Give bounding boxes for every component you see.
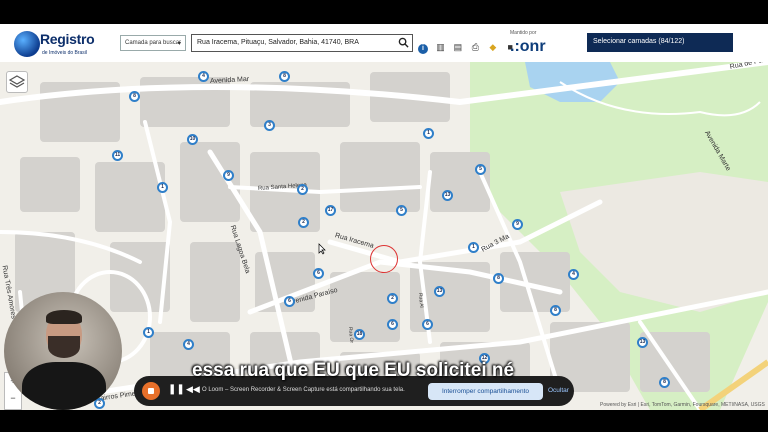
parcel-marker[interactable]: 4 <box>198 71 209 82</box>
sponsor-block: Mantido por .:onr <box>510 30 580 58</box>
parcel-marker[interactable]: 3 <box>264 120 275 131</box>
logo-subtitle: de Imóveis do Brasil <box>42 50 88 56</box>
search-icon[interactable] <box>398 37 409 48</box>
registro-logo[interactable]: Registro de Imóveis do Brasil <box>14 29 95 59</box>
logo-title: Registro <box>40 31 95 47</box>
parcel-marker[interactable]: 2 <box>387 293 398 304</box>
parcel-marker[interactable]: 6 <box>422 319 433 330</box>
sponsor-label: Mantido por <box>510 30 537 36</box>
mouse-pointer-icon <box>318 243 326 255</box>
chevron-down-icon: ▾ <box>177 41 181 47</box>
search-layer-select-label: Camada para buscar <box>125 40 182 46</box>
parcel-marker[interactable]: 5 <box>475 164 486 175</box>
parcel-marker[interactable]: 10 <box>187 134 198 145</box>
parcel-marker[interactable]: 8 <box>550 305 561 316</box>
video-letterbox-top <box>0 0 768 24</box>
address-search-input[interactable]: Rua Iracema, Pituaçu, Salvador, Bahia, 4… <box>191 34 413 52</box>
globe-logo-icon <box>14 31 40 57</box>
parcel-marker[interactable]: 8 <box>129 91 140 102</box>
parcel-marker[interactable]: 1 <box>143 327 154 338</box>
address-search-value: Rua Iracema, Pituaçu, Salvador, Bahia, 4… <box>197 39 359 46</box>
parcel-marker[interactable]: 1 <box>423 128 434 139</box>
parcel-marker[interactable]: 2 <box>297 184 308 195</box>
zoom-out-button[interactable]: − <box>5 390 21 407</box>
rewind-icon[interactable]: ◀◀ <box>186 384 200 395</box>
presenter-body <box>22 362 106 410</box>
parcel-marker[interactable]: 2 <box>298 217 309 228</box>
stack-layers-icon <box>8 75 26 88</box>
video-letterbox-bottom <box>0 410 768 432</box>
onr-logo: .:onr <box>510 38 546 55</box>
selection-highlight-ring <box>370 245 398 273</box>
presenter-beard <box>48 336 80 358</box>
chart-icon[interactable]: ▥ <box>435 42 445 52</box>
app-header: Registro de Imóveis do Brasil Camada par… <box>0 24 768 63</box>
parcel-marker[interactable]: 4 <box>568 269 579 280</box>
select-layers-button[interactable]: Selecionar camadas (84/122) <box>587 33 733 52</box>
search-layer-select[interactable]: Camada para buscar ▾ <box>120 35 186 51</box>
parcel-marker[interactable]: 6 <box>284 296 295 307</box>
info-icon[interactable]: i <box>418 44 428 54</box>
parcel-marker[interactable]: 6 <box>313 268 324 279</box>
parcel-marker[interactable]: 18 <box>354 329 365 340</box>
parcel-marker[interactable]: 9 <box>223 170 234 181</box>
hide-link[interactable]: Ocultar <box>548 387 569 394</box>
sharing-status-text: O Loom – Screen Recorder & Screen Captur… <box>202 387 405 393</box>
map-attribution: Powered by Esri | Esri, TomTom, Garmin, … <box>600 402 765 408</box>
toolbar: i ▥ ▤ ⎙ ◆ ■ <box>418 37 518 54</box>
layers-icon[interactable]: ◆ <box>488 42 498 52</box>
parcel-marker[interactable]: 8 <box>493 273 504 284</box>
road-label: Rua Al <box>417 292 425 308</box>
video-caption: essa rua que EU que EU solicitei né <box>192 360 515 381</box>
parcel-marker[interactable]: 9 <box>512 219 523 230</box>
presenter-hair <box>46 310 82 324</box>
stop-recording-button[interactable] <box>142 382 160 400</box>
parcel-marker[interactable]: 1 <box>157 182 168 193</box>
parcel-marker[interactable]: 8 <box>279 71 290 82</box>
parcel-marker[interactable]: 4 <box>183 339 194 350</box>
parcel-marker[interactable]: 13 <box>434 286 445 297</box>
parcel-marker[interactable]: 11 <box>112 150 123 161</box>
parcel-marker[interactable]: 5 <box>396 205 407 216</box>
parcel-marker[interactable]: 17 <box>325 205 336 216</box>
stop-sharing-button[interactable]: Interromper compartilhamento <box>428 383 543 400</box>
parcel-marker[interactable]: 8 <box>659 377 670 388</box>
webcam-bubble[interactable] <box>4 292 122 410</box>
document-icon[interactable]: ▤ <box>453 42 463 52</box>
basemap-layer-button[interactable] <box>6 71 28 93</box>
parcel-marker[interactable]: 1 <box>468 242 479 253</box>
parcel-marker[interactable]: 13 <box>637 337 648 348</box>
parcel-marker[interactable]: 6 <box>387 319 398 330</box>
print-icon[interactable]: ⎙ <box>470 42 480 52</box>
parcel-marker[interactable]: 13 <box>442 190 453 201</box>
pause-icon[interactable]: ❚❚ <box>168 384 185 395</box>
